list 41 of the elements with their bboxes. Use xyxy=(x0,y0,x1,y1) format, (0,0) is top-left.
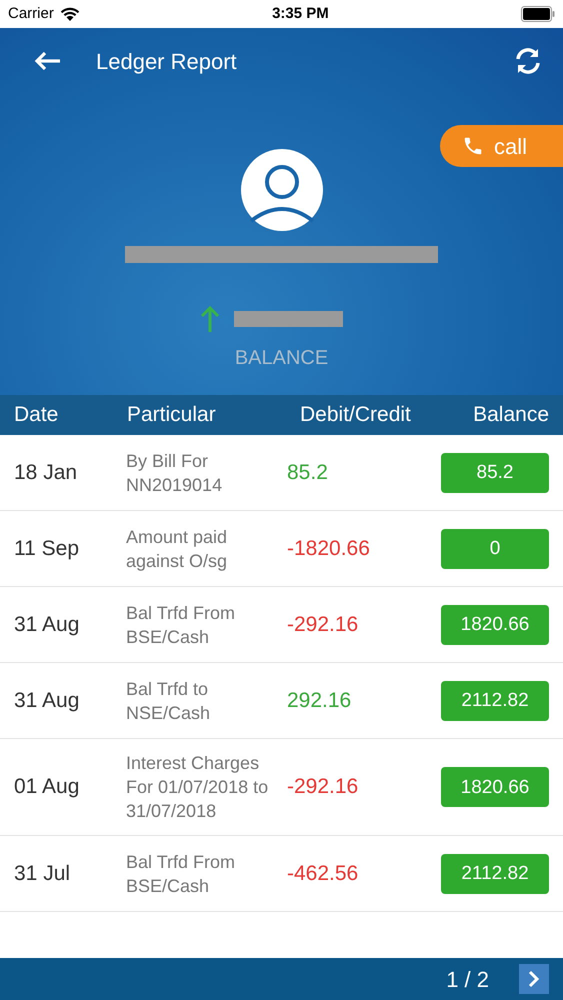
amount-cell-text: -1820.66 xyxy=(286,536,371,562)
amount-cell-text: -462.56 xyxy=(286,860,360,887)
balance-badge: 1820.66 xyxy=(441,767,549,807)
date-cell-text: 11 Sep xyxy=(13,536,80,562)
particular-cell-text: Bal Trfd From BSE/Cash xyxy=(126,602,236,648)
clock-time: 3:35 PM xyxy=(272,4,329,24)
balance-badge: 1820.66 xyxy=(441,604,549,644)
column-header: Particular xyxy=(126,402,217,428)
phone-icon xyxy=(462,135,484,157)
column-header: Date xyxy=(13,402,60,428)
balance-badge: 0 xyxy=(441,528,549,568)
amount-cell-text: 292.16 xyxy=(286,688,352,714)
wifi-icon xyxy=(60,6,80,22)
page-title: Ledger Report xyxy=(96,48,237,76)
particular-cell-text: By Bill For NN2019014 xyxy=(126,450,224,496)
chevron-right-icon xyxy=(528,970,540,988)
avatar-icon xyxy=(240,149,322,231)
amount-cell-text: -292.16 xyxy=(286,612,360,638)
particular-cell-text: Amount paid against O/sg xyxy=(126,526,228,572)
amount-cell-text: -292.16 xyxy=(286,774,360,800)
balance-badge: 2112.82 xyxy=(441,680,549,720)
amount-cell-text: 85.2 xyxy=(286,460,329,486)
date-cell-text: 01 Aug xyxy=(13,774,80,800)
date-cell-text: 31 Aug xyxy=(13,612,80,638)
column-header: Balance xyxy=(472,402,550,428)
call-button[interactable]: call xyxy=(440,125,563,167)
page-indicator: 1 / 2 xyxy=(446,966,489,994)
date-cell-text: 18 Jan xyxy=(13,460,78,486)
particular-cell-text: Interest Charges For 01/07/2018 to 31/07/2018 xyxy=(126,752,270,823)
balance-label: BALANCE xyxy=(234,346,328,371)
back-arrow-icon[interactable] xyxy=(34,49,62,73)
particular-cell-text: Bal Trfd From BSE/Cash xyxy=(126,850,236,898)
battery-icon xyxy=(520,6,555,22)
balance-badge: 2112.82 xyxy=(441,854,549,894)
carrier-label: Carrier xyxy=(8,4,54,24)
particular-cell-text: Bal Trfd to NSE/Cash xyxy=(126,678,212,724)
date-cell-text: 31 Aug xyxy=(13,688,80,714)
date-cell-text: 31 Jul xyxy=(13,860,72,887)
next-page-button[interactable] xyxy=(519,964,549,994)
balance-badge: 85.2 xyxy=(441,452,549,492)
column-header: Debit/Credit xyxy=(299,402,412,428)
